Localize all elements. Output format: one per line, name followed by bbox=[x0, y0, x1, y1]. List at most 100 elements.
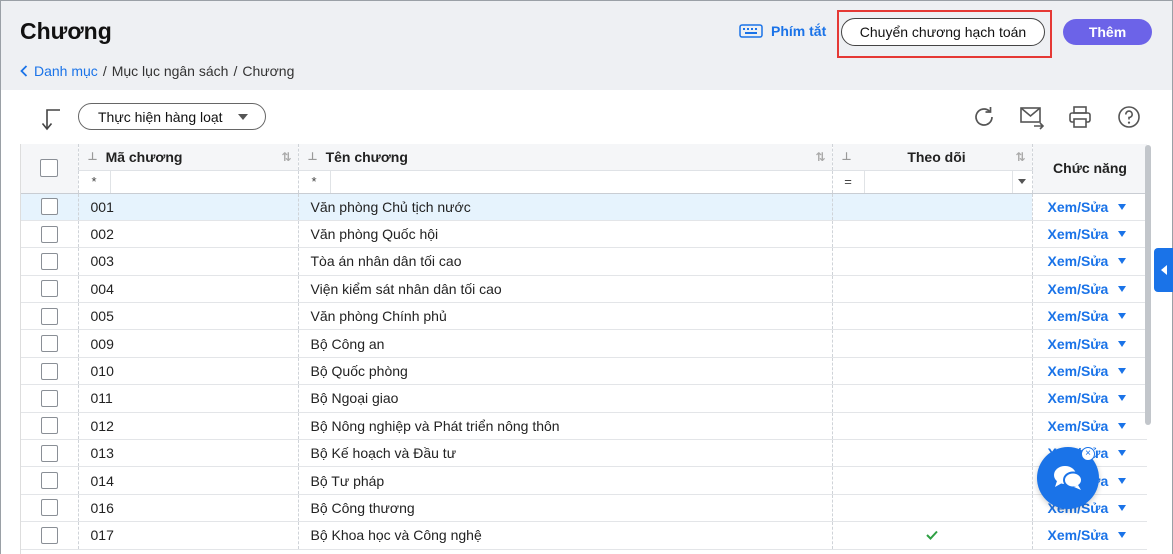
row-checkbox-cell bbox=[21, 439, 79, 468]
view-edit-action[interactable]: Xem/Sửa bbox=[1032, 521, 1147, 550]
table-row[interactable]: 010 Bộ Quốc phòng Xem/Sửa bbox=[21, 357, 1147, 386]
table-row[interactable]: 012 Bộ Nông nghiệp và Phát triển nông thô… bbox=[21, 412, 1147, 441]
collapse-arrow-icon[interactable] bbox=[41, 108, 63, 132]
print-icon[interactable] bbox=[1067, 104, 1093, 130]
row-checkbox[interactable] bbox=[40, 472, 58, 490]
caret-down-icon[interactable] bbox=[1118, 504, 1127, 511]
view-edit-label[interactable]: Xem/Sửa bbox=[1048, 390, 1109, 406]
column-header-code[interactable]: ⊥ Mã chương ⇅ bbox=[78, 144, 299, 171]
view-edit-label[interactable]: Xem/Sửa bbox=[1048, 308, 1109, 324]
row-checkbox[interactable] bbox=[40, 444, 58, 462]
view-edit-action[interactable]: Xem/Sửa bbox=[1032, 193, 1147, 221]
table-row[interactable]: 004 Viện kiểm sát nhân dân tối cao Xem/Sửa bbox=[21, 275, 1147, 304]
sort-icon[interactable]: ⇅ bbox=[1015, 150, 1025, 164]
row-checkbox[interactable] bbox=[40, 526, 58, 544]
row-checkbox[interactable] bbox=[40, 389, 58, 407]
pin-icon[interactable]: ⊥ bbox=[842, 150, 852, 163]
caret-down-icon[interactable] bbox=[1118, 285, 1127, 292]
view-edit-label[interactable]: Xem/Sửa bbox=[1048, 527, 1109, 543]
filter-name[interactable]: * bbox=[298, 170, 833, 194]
caret-down-icon[interactable] bbox=[1118, 395, 1127, 402]
table-row[interactable]: 002 Văn phòng Quốc hội Xem/Sửa bbox=[21, 220, 1147, 249]
help-icon[interactable] bbox=[1116, 104, 1142, 130]
row-checkbox[interactable] bbox=[40, 252, 58, 270]
table-row[interactable]: 001 Văn phòng Chủ tịch nước Xem/Sửa bbox=[21, 193, 1147, 221]
table-row[interactable]: 016 Bộ Công thương Xem/Sửa bbox=[21, 494, 1147, 523]
view-edit-action[interactable]: Xem/Sửa bbox=[1032, 220, 1147, 249]
row-checkbox[interactable] bbox=[40, 499, 58, 517]
breadcrumb-back-link[interactable]: Danh mục bbox=[20, 63, 98, 79]
view-edit-action[interactable]: Xem/Sửa bbox=[1032, 329, 1147, 358]
table-row[interactable]: 011 Bộ Ngoại giao Xem/Sửa bbox=[21, 384, 1147, 413]
sort-icon[interactable]: ⇅ bbox=[815, 150, 825, 164]
row-checkbox[interactable] bbox=[40, 225, 58, 243]
row-checkbox[interactable] bbox=[40, 417, 58, 435]
view-edit-label[interactable]: Xem/Sửa bbox=[1048, 418, 1109, 434]
chat-close-button[interactable]: × bbox=[1081, 447, 1095, 461]
view-edit-label[interactable]: Xem/Sửa bbox=[1048, 253, 1109, 269]
row-checkbox[interactable] bbox=[40, 335, 58, 353]
view-edit-action[interactable]: Xem/Sửa bbox=[1032, 357, 1147, 386]
select-all-checkbox[interactable] bbox=[40, 159, 59, 178]
row-checkbox[interactable] bbox=[40, 307, 58, 325]
filter-follow[interactable]: = bbox=[832, 170, 1033, 194]
caret-down-icon[interactable] bbox=[1118, 532, 1127, 539]
view-edit-action[interactable]: Xem/Sửa bbox=[1032, 247, 1147, 276]
view-edit-label[interactable]: Xem/Sửa bbox=[1048, 199, 1109, 215]
pin-icon[interactable]: ⊥ bbox=[308, 150, 318, 163]
caret-down-icon[interactable] bbox=[1118, 313, 1127, 320]
add-button[interactable]: Thêm bbox=[1063, 19, 1152, 45]
chevron-down-icon[interactable] bbox=[1011, 170, 1032, 193]
row-checkbox[interactable] bbox=[40, 362, 58, 380]
filter-operator[interactable]: * bbox=[299, 170, 331, 193]
refresh-icon[interactable] bbox=[971, 104, 997, 130]
breadcrumb-item-muc-luc[interactable]: Mục lục ngân sách bbox=[112, 63, 229, 79]
column-label: Tên chương bbox=[325, 148, 408, 165]
table-row[interactable]: 014Bộ Tư phápXem/Sửa bbox=[21, 466, 1147, 495]
shortcut-button[interactable]: Phím tắt bbox=[739, 23, 826, 39]
vertical-scrollbar[interactable] bbox=[1145, 145, 1151, 425]
table-row[interactable]: 003 Tòa án nhân dân tối cao Xem/Sửa bbox=[21, 247, 1147, 276]
side-panel-toggle[interactable] bbox=[1154, 248, 1173, 292]
caret-down-icon[interactable] bbox=[1118, 450, 1127, 457]
view-edit-label[interactable]: Xem/Sửa bbox=[1048, 363, 1109, 379]
view-edit-action[interactable]: Xem/Sửa bbox=[1032, 384, 1147, 413]
view-edit-action[interactable]: Xem/Sửa bbox=[1032, 275, 1147, 304]
cell-code: 012 bbox=[78, 412, 299, 441]
mail-forward-icon[interactable] bbox=[1019, 104, 1045, 130]
move-chapter-button[interactable]: Chuyển chương hạch toán bbox=[841, 18, 1045, 46]
cell-name: Văn phòng Chủ tịch nước bbox=[298, 193, 833, 221]
filter-code[interactable]: * bbox=[78, 170, 299, 194]
caret-down-icon[interactable] bbox=[1118, 203, 1127, 210]
view-edit-label[interactable]: Xem/Sửa bbox=[1048, 226, 1109, 242]
caret-down-icon[interactable] bbox=[1118, 422, 1127, 429]
view-edit-action[interactable]: Xem/Sửa bbox=[1032, 302, 1147, 331]
caret-down-icon[interactable] bbox=[1118, 258, 1127, 265]
filter-input[interactable] bbox=[111, 171, 298, 193]
pin-icon[interactable]: ⊥ bbox=[88, 150, 98, 163]
filter-operator[interactable]: = bbox=[833, 170, 865, 193]
column-header-name[interactable]: ⊥ Tên chương ⇅ bbox=[298, 144, 833, 171]
caret-down-icon[interactable] bbox=[1118, 368, 1127, 375]
bulk-action-dropdown[interactable]: Thực hiện hàng loạt bbox=[78, 103, 266, 130]
cell-code: 001 bbox=[78, 193, 299, 221]
filter-input[interactable] bbox=[331, 171, 832, 193]
view-edit-action[interactable]: Xem/Sửa bbox=[1032, 412, 1147, 441]
sort-icon[interactable]: ⇅ bbox=[281, 150, 291, 164]
table-row[interactable]: 005 Văn phòng Chính phủ Xem/Sửa bbox=[21, 302, 1147, 331]
table-row[interactable]: 017 Bộ Khoa học và Công nghệ Xem/Sửa bbox=[21, 521, 1147, 550]
table-row[interactable]: 013Bộ Kế hoạch và Đầu tưXem/Sửa bbox=[21, 439, 1147, 468]
view-edit-label[interactable]: Xem/Sửa bbox=[1048, 281, 1109, 297]
caret-down-icon[interactable] bbox=[1118, 477, 1127, 484]
row-checkbox[interactable] bbox=[40, 280, 58, 298]
caret-down-icon[interactable] bbox=[1118, 231, 1127, 238]
cell-name: Bộ Khoa học và Công nghệ bbox=[298, 521, 833, 550]
view-edit-label[interactable]: Xem/Sửa bbox=[1048, 336, 1109, 352]
column-header-follow[interactable]: ⊥ Theo dõi ⇅ bbox=[832, 144, 1033, 171]
row-checkbox[interactable] bbox=[40, 198, 58, 216]
table-row[interactable]: 009 Bộ Công an Xem/Sửa bbox=[21, 329, 1147, 358]
breadcrumb-item-danh-muc[interactable]: Danh mục bbox=[34, 63, 98, 79]
filter-input[interactable] bbox=[865, 171, 1012, 193]
caret-down-icon[interactable] bbox=[1118, 340, 1127, 347]
filter-operator[interactable]: * bbox=[79, 170, 111, 193]
